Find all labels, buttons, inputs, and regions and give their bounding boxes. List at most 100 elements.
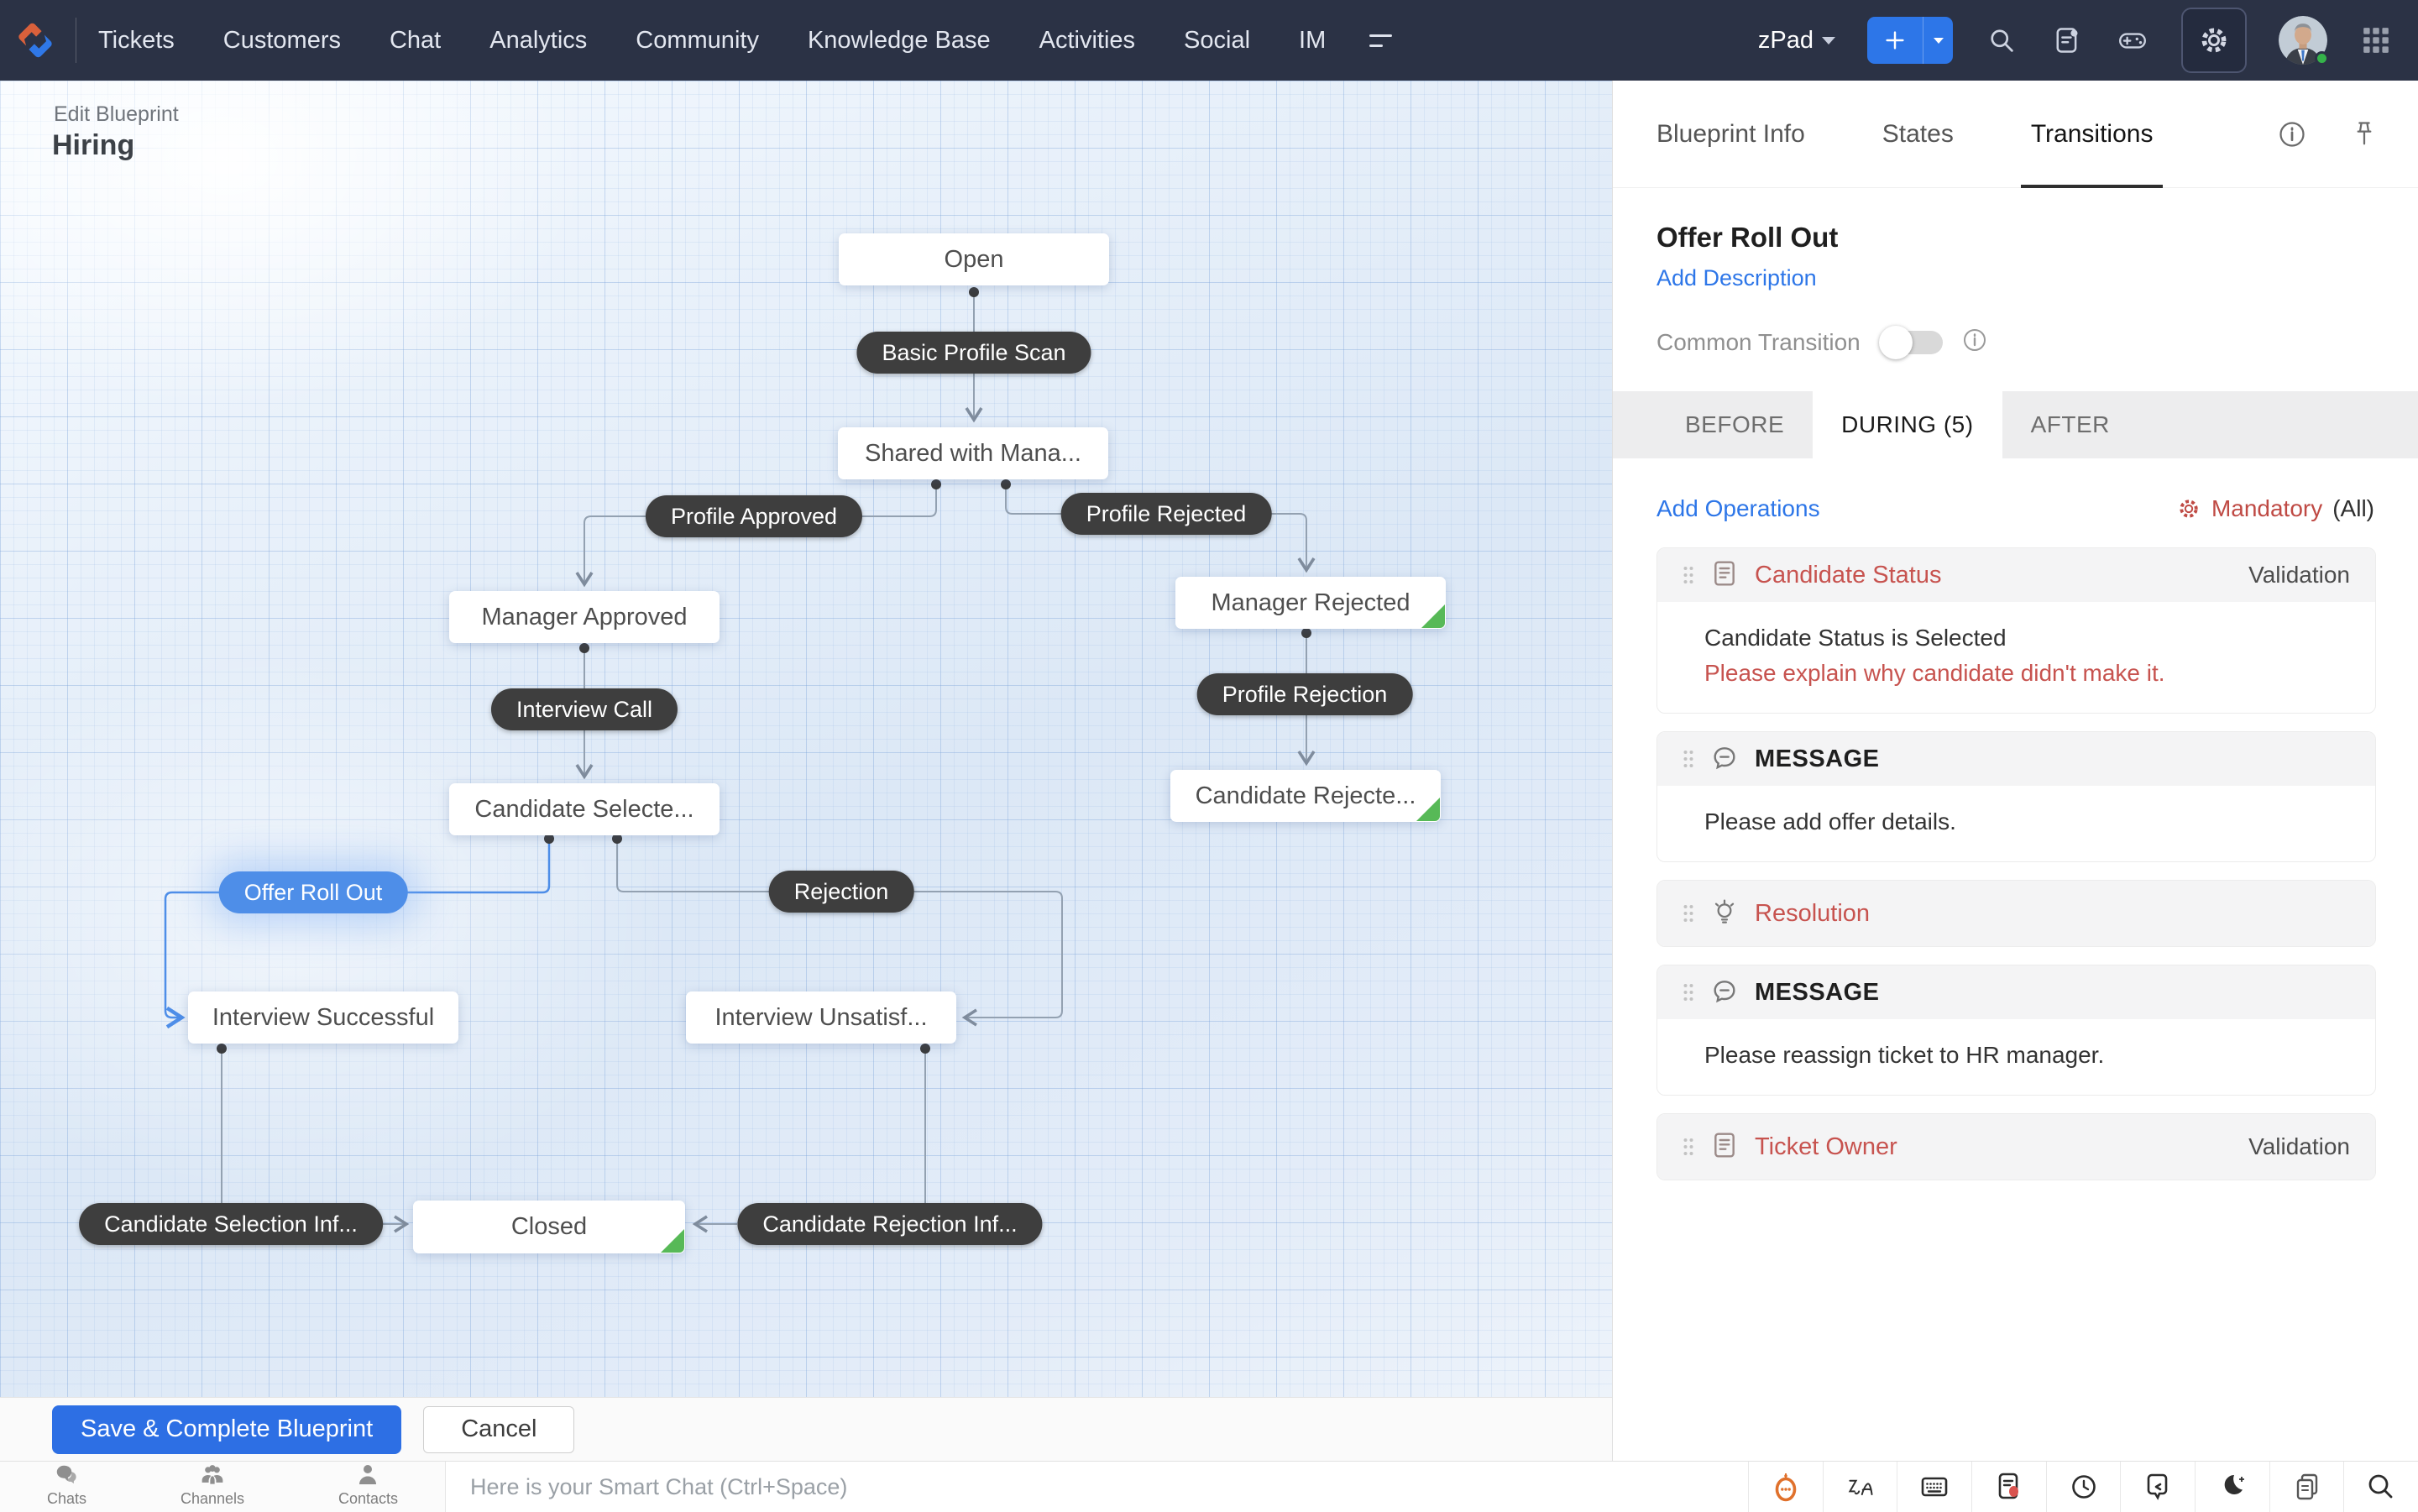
zia-signature-icon[interactable] [1822,1462,1897,1512]
nav-item-community[interactable]: Community [636,27,759,55]
exit-icon[interactable] [2120,1462,2195,1512]
transition-pill-profile-rejection[interactable]: Profile Rejection [1196,673,1413,715]
pin-icon[interactable] [2347,118,2381,151]
add-description-link[interactable]: Add Description [1656,265,1817,291]
add-operations-link[interactable]: Add Operations [1656,495,1820,522]
mandatory-filter[interactable]: Mandatory (All) [2176,495,2374,522]
operation-detail-line: Please explain why candidate didn't make… [1704,660,2165,686]
zia-assistant-icon[interactable] [1748,1462,1823,1512]
nav-item-customers[interactable]: Customers [223,27,341,55]
state-node-closed[interactable]: Closed [413,1201,685,1253]
common-transition-info-icon[interactable] [1961,327,1988,358]
transition-pill-candidate-rejection-inf[interactable]: Candidate Rejection Inf... [737,1203,1043,1245]
nav-item-analytics[interactable]: Analytics [489,27,587,55]
info-icon[interactable] [2275,118,2309,151]
transition-pill-profile-rejected[interactable]: Profile Rejected [1060,493,1272,535]
plus-icon[interactable] [1867,17,1923,64]
state-node-candidate-rejecte[interactable]: Candidate Rejecte... [1170,770,1441,822]
nav-item-knowledge-base[interactable]: Knowledge Base [808,27,991,55]
smart-chat-bar[interactable] [470,1462,1730,1512]
operation-card-message[interactable]: MESSAGE Please add offer details. [1656,731,2376,862]
common-transition-toggle[interactable] [1878,325,1943,359]
tab-transitions[interactable]: Transitions [2020,81,2164,188]
save-complete-button[interactable]: Save & Complete Blueprint [52,1405,402,1454]
transition-pill-basic-profile-scan[interactable]: Basic Profile Scan [856,332,1091,374]
blueprint-action-bar: Save & Complete Blueprint Cancel [0,1397,1612,1461]
transition-phase-tabs: BEFORE DURING (5) AFTER [1613,391,2418,458]
taskbar-contacts-button[interactable]: Contacts [338,1462,398,1508]
state-node-candidate-selecte[interactable]: Candidate Selecte... [449,783,720,835]
transition-pill-profile-approved[interactable]: Profile Approved [645,495,863,537]
feeds-icon[interactable] [2050,24,2084,57]
mandatory-all-label: (All) [2332,495,2374,521]
taskbar-chats-button[interactable]: Chats [47,1462,86,1508]
tab-during[interactable]: DURING (5) [1813,391,2002,458]
transition-pill-candidate-selection-inf[interactable]: Candidate Selection Inf... [79,1203,383,1245]
history-clock-icon[interactable] [2045,1462,2121,1512]
tab-after[interactable]: AFTER [2002,391,2138,458]
operation-type-label: Validation [2248,562,2350,588]
state-node-manager-approved[interactable]: Manager Approved [449,591,720,643]
search-icon[interactable] [1985,24,2018,57]
taskbar-channels-button[interactable]: Channels [181,1462,244,1508]
operation-title[interactable]: MESSAGE [1755,979,1880,1007]
operation-title[interactable]: Resolution [1755,900,1870,928]
nav-item-social[interactable]: Social [1184,27,1250,55]
operation-title[interactable]: Ticket Owner [1755,1133,1897,1161]
state-node-interview-unsatisf[interactable]: Interview Unsatisf... [686,991,956,1044]
nav-item-activities[interactable]: Activities [1039,27,1135,55]
tab-before[interactable]: BEFORE [1656,391,1813,458]
drag-handle-icon[interactable] [1683,750,1694,768]
feedback-icon[interactable] [1971,1462,2046,1512]
apps-grid-icon[interactable] [2359,24,2393,57]
drag-handle-icon[interactable] [1683,904,1694,923]
operation-card-candidate-status[interactable]: Candidate Status Validation Candidate Stat… [1656,547,2376,714]
portal-label: zPad [1757,26,1814,54]
form-icon [1711,560,1738,591]
user-avatar[interactable] [2279,16,2329,65]
operation-card-ticket-owner[interactable]: Ticket Owner Validation [1656,1113,2376,1180]
zoho-desk-logo[interactable] [0,0,71,81]
operation-card-resolution[interactable]: Resolution [1656,880,2376,947]
nav-more-icon[interactable] [1369,34,1393,47]
state-node-open[interactable]: Open [839,233,1109,285]
nav-item-im[interactable]: IM [1299,27,1326,55]
message-icon [1711,977,1738,1008]
nav-item-tickets[interactable]: Tickets [98,27,175,55]
operation-title[interactable]: Candidate Status [1755,562,1941,589]
connector-lines [164,287,1316,1233]
tab-blueprint-info[interactable]: Blueprint Info [1656,81,1805,188]
drag-handle-icon[interactable] [1683,566,1694,584]
transition-pill-offer-roll-out[interactable]: Offer Roll Out [218,871,408,913]
gamescope-icon[interactable] [2116,24,2149,57]
smart-chat-input[interactable] [470,1473,1730,1500]
top-navigation-bar: Tickets Customers Chat Analytics Community Kn… [0,0,2418,81]
operation-detail-line: Candidate Status is Selected [1704,625,2007,651]
drag-handle-icon[interactable] [1683,983,1694,1002]
blueprint-canvas[interactable]: Edit Blueprint Hiring Open Shared with M… [0,81,1612,1397]
operation-title[interactable]: MESSAGE [1755,746,1880,773]
cancel-button[interactable]: Cancel [423,1405,575,1453]
drag-handle-icon[interactable] [1683,1138,1694,1156]
common-transition-label: Common Transition [1656,328,1861,355]
quick-add-dropdown[interactable] [1923,17,1953,64]
night-mode-icon[interactable] [2195,1462,2269,1512]
nav-item-chat[interactable]: Chat [390,27,441,55]
operation-detail-line: Please add offer details. [1704,808,1956,834]
state-node-manager-rejected[interactable]: Manager Rejected [1175,577,1446,629]
transition-pill-rejection[interactable]: Rejection [768,871,914,913]
state-node-shared-with-mana[interactable]: Shared with Mana... [838,427,1108,479]
setup-button[interactable] [2181,8,2247,73]
state-node-interview-successful[interactable]: Interview Successful [188,991,458,1044]
panel-tabs: Blueprint Info States Transitions [1613,81,2418,188]
tab-states[interactable]: States [1882,81,1954,188]
portal-switcher[interactable]: zPad [1758,27,1835,55]
quick-add-button[interactable] [1867,17,1953,64]
online-status-dot [2315,51,2329,65]
copy-docs-icon[interactable] [2269,1462,2344,1512]
zoom-search-icon[interactable] [2343,1462,2418,1512]
main-nav: Tickets Customers Chat Analytics Community Kn… [98,27,1326,55]
transition-pill-interview-call[interactable]: Interview Call [490,688,678,730]
keyboard-icon[interactable] [1897,1462,1971,1512]
operation-card-message[interactable]: MESSAGE Please reassign ticket to HR mana… [1656,965,2376,1096]
